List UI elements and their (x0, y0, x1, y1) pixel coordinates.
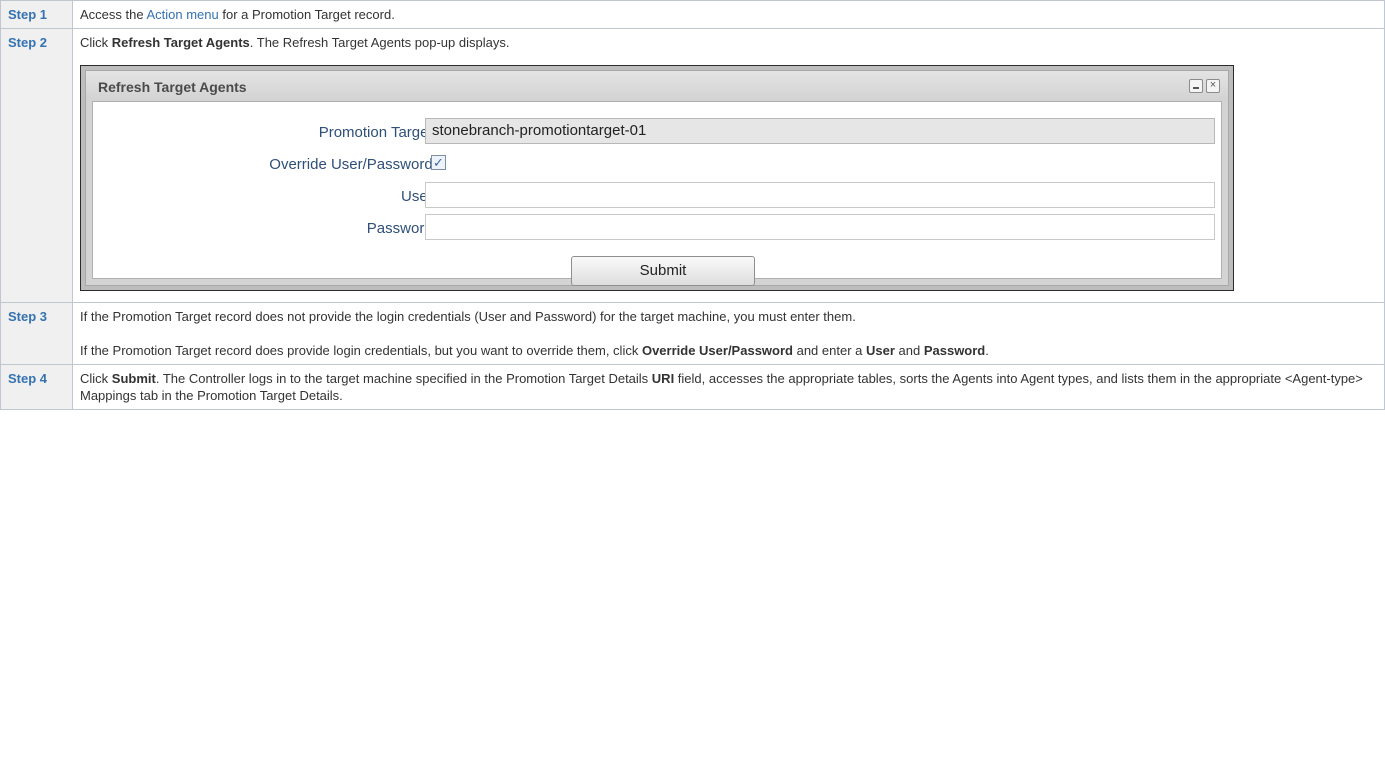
step-body: Access the Action menu for a Promotion T… (72, 0, 1385, 29)
promotion-target-field: stonebranch-promotiontarget-01 (425, 118, 1215, 144)
step-label: Step 3 (0, 302, 73, 365)
steps-table: Step 1 Access the Action menu for a Prom… (0, 0, 1385, 410)
password-row: Password : (93, 214, 1221, 240)
step-bold-text: URI (651, 371, 675, 386)
minimize-icon[interactable] (1189, 79, 1203, 93)
step-bold-text: Submit (111, 371, 156, 386)
override-label: Override User/Password : (269, 156, 441, 173)
dialog-header: Refresh Target Agents × (86, 71, 1228, 101)
action-menu-link[interactable]: Action menu (146, 7, 218, 22)
promotion-target-label: Promotion Target : (318, 124, 441, 141)
step-body: If the Promotion Target record does not … (72, 302, 1385, 365)
override-checkbox[interactable]: ✓ (431, 155, 446, 170)
step-text: . The Controller logs in to the target m… (155, 371, 652, 386)
dialog-body: Promotion Target : stonebranch-promotion… (92, 101, 1222, 286)
step-row-1: Step 1 Access the Action menu for a Prom… (0, 0, 1385, 29)
step-bold-text: User (865, 343, 895, 358)
step-row-4: Step 4 Click Submit. The Controller logs… (0, 364, 1385, 410)
step-text: and (894, 343, 924, 358)
step-bold-text: Refresh Target Agents (111, 35, 250, 50)
step-body: Click Submit. The Controller logs in to … (72, 364, 1385, 410)
step-label: Step 1 (0, 0, 73, 29)
close-icon[interactable]: × (1206, 79, 1220, 93)
step-text: . (985, 343, 989, 358)
dialog-title: Refresh Target Agents (98, 79, 247, 95)
step-text: Click (80, 35, 112, 50)
step-paragraph: If the Promotion Target record does not … (80, 309, 856, 324)
step-body: Click Refresh Target Agents. The Refresh… (72, 28, 1385, 303)
password-input[interactable] (425, 214, 1215, 240)
step-text: If the Promotion Target record does prov… (80, 343, 642, 358)
step-label: Step 4 (0, 364, 73, 410)
step-bold-text: Password (923, 343, 986, 358)
step-text: . The Refresh Target Agents pop-up displ… (249, 35, 510, 50)
step-row-2: Step 2 Click Refresh Target Agents. The … (0, 28, 1385, 303)
submit-button[interactable]: Submit (571, 256, 755, 286)
step-text: Access the (80, 7, 147, 22)
step-label: Step 2 (0, 28, 73, 303)
user-row: User : (93, 182, 1221, 208)
step-paragraph: If the Promotion Target record does prov… (80, 342, 1377, 359)
override-row: Override User/Password : ✓ (93, 150, 1221, 176)
refresh-target-agents-dialog: Refresh Target Agents × Promotion Target… (85, 70, 1229, 286)
promotion-target-row: Promotion Target : stonebranch-promotion… (93, 118, 1221, 144)
step-row-3: Step 3 If the Promotion Target record do… (0, 302, 1385, 365)
step-bold-text: Override User/Password (641, 343, 793, 358)
dialog-screenshot: Refresh Target Agents × Promotion Target… (80, 65, 1234, 291)
step-text: for a Promotion Target record. (218, 7, 395, 22)
step-text: and enter a (792, 343, 866, 358)
step-text: Click (80, 371, 112, 386)
user-input[interactable] (425, 182, 1215, 208)
